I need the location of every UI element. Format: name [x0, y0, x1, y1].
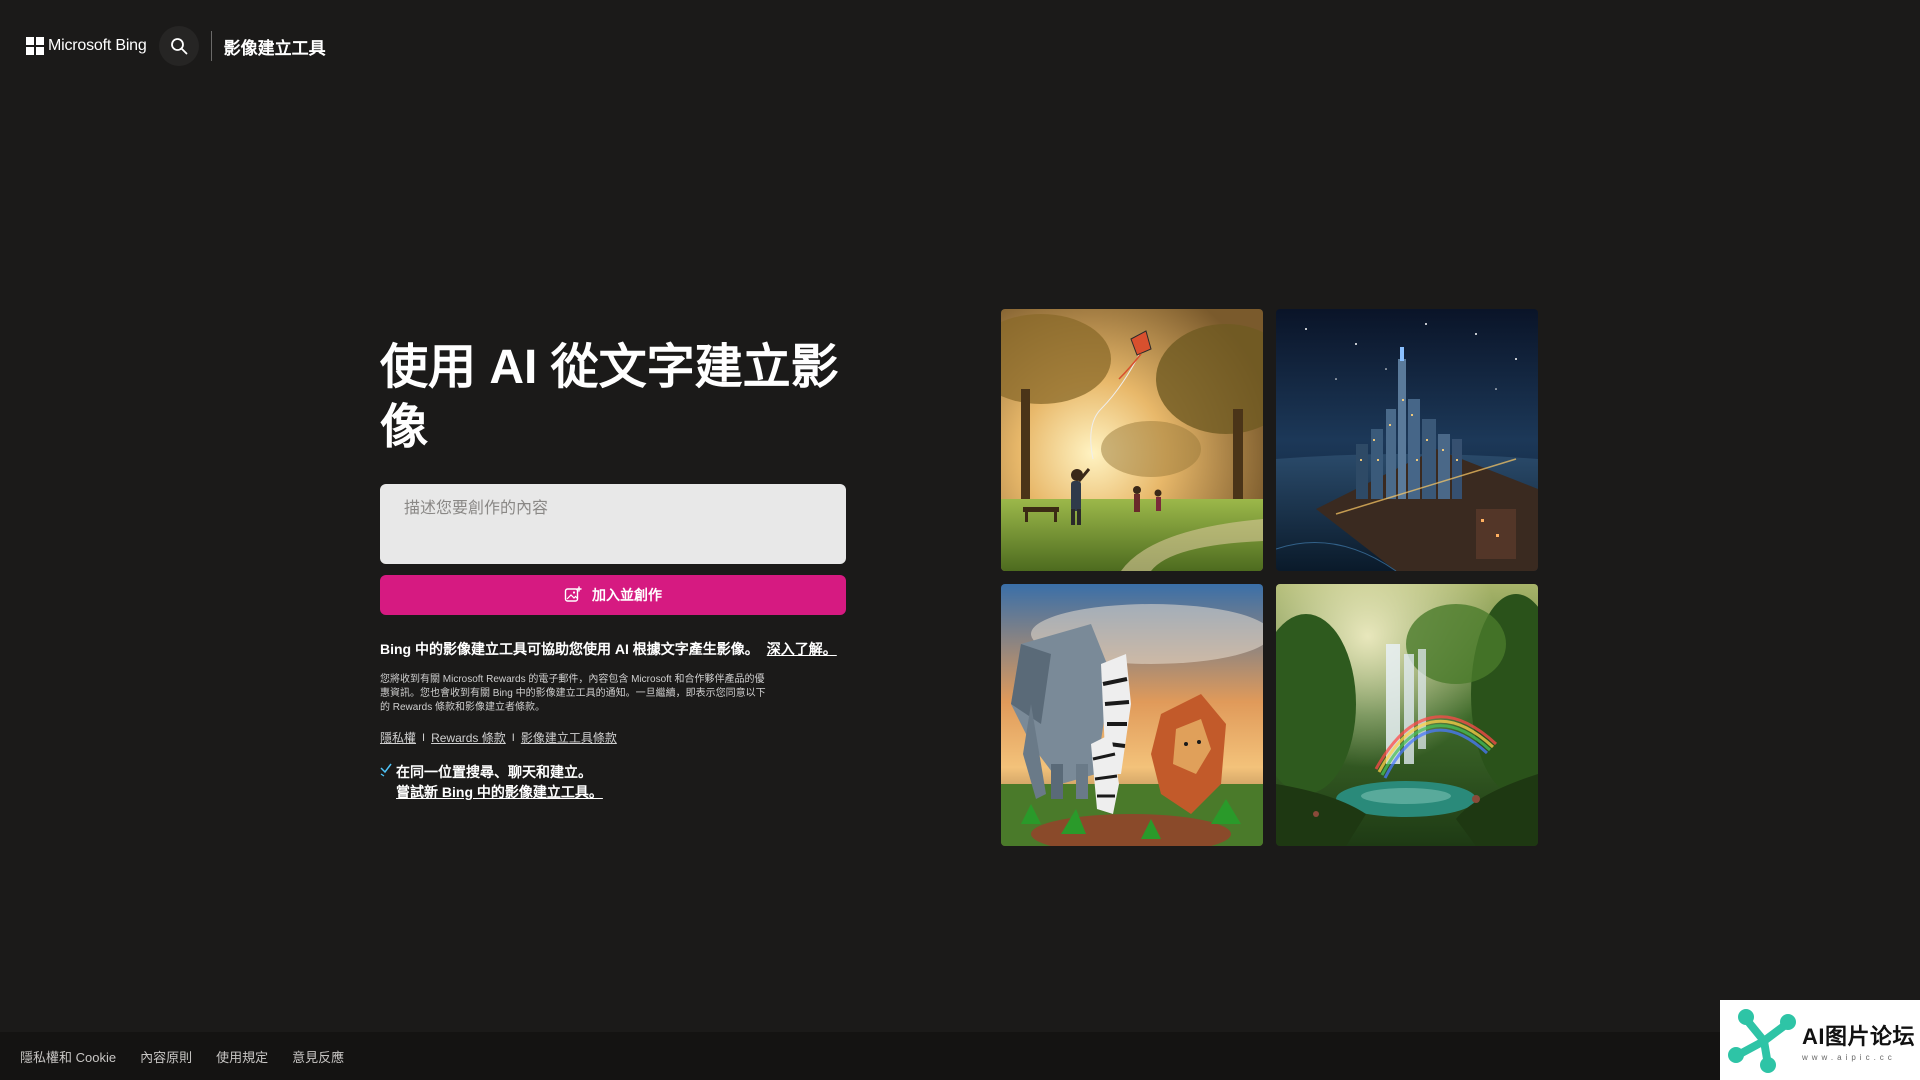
origami-animals-image [1001, 584, 1263, 846]
footer-content-policy-link[interactable]: 內容原則 [140, 1047, 192, 1066]
waterfall-rainbow-image [1276, 584, 1538, 846]
prompt-input-container [380, 484, 846, 564]
night-city-image [1276, 309, 1538, 571]
site-watermark: AI图片论坛 www.aipic.cc [1720, 1000, 1920, 1080]
gallery-image-night-city[interactable] [1276, 309, 1538, 571]
watermark-subtitle: www.aipic.cc [1802, 1052, 1896, 1062]
example-gallery [1001, 309, 1538, 846]
gallery-image-waterfall-rainbow[interactable] [1276, 584, 1538, 846]
terms-separator: I [422, 731, 426, 744]
page: Microsoft Bing 影像建立工具 使用 AI 從文字建立影像 加入並創… [0, 0, 1920, 1080]
create-panel: 使用 AI 從文字建立影像 加入並創作 Bing 中的影像建立工具可協助您使用 … [380, 338, 846, 802]
molecule-logo-icon [1728, 1009, 1796, 1073]
sparkle-icon [380, 763, 392, 777]
header: Microsoft Bing 影像建立工具 [0, 0, 1920, 92]
description: Bing 中的影像建立工具可協助您使用 AI 根據文字產生影像。 深入了解。 [380, 639, 846, 659]
header-divider [210, 31, 212, 61]
join-and-create-label: 加入並創作 [592, 587, 662, 603]
brand-name: Microsoft Bing [48, 37, 147, 54]
rewards-terms-link[interactable]: Rewards 條款 [431, 729, 506, 746]
creator-terms-link[interactable]: 影像建立工具條款 [521, 729, 617, 746]
watermark-title: AI图片论坛 [1802, 1023, 1916, 1049]
page-title: 使用 AI 從文字建立影像 [380, 341, 839, 454]
new-bing-promo: 在同一位置搜尋、聊天和建立。 嘗試新 Bing 中的影像建立工具。 [380, 762, 846, 802]
footer-privacy-cookies-link[interactable]: 隱私權和 Cookie [20, 1047, 116, 1066]
search-button[interactable] [158, 26, 199, 66]
rewards-fine-print: 您將收到有關 Microsoft Rewards 的電子郵件，內容包含 Micr… [380, 674, 766, 713]
try-new-bing-link[interactable]: 嘗試新 Bing 中的影像建立工具。 [396, 782, 603, 802]
footer-terms-of-use-link[interactable]: 使用規定 [216, 1047, 268, 1066]
gallery-image-origami-animals[interactable] [1001, 584, 1263, 846]
learn-more-link[interactable]: 深入了解。 [767, 641, 837, 657]
watermark-text: AI图片论坛 www.aipic.cc [1802, 1019, 1915, 1062]
terms-links: 隱私權 I Rewards 條款 I 影像建立工具條款 [380, 729, 846, 746]
prompt-input[interactable] [404, 494, 822, 554]
promo-line: 在同一位置搜尋、聊天和建立。 [396, 764, 592, 780]
gallery-image-park-kite[interactable] [1001, 309, 1263, 571]
product-title[interactable]: 影像建立工具 [224, 34, 326, 59]
privacy-link[interactable]: 隱私權 [380, 729, 416, 746]
image-create-icon [564, 586, 582, 602]
microsoft-bing-logo[interactable]: Microsoft Bing [26, 37, 147, 55]
search-icon [170, 38, 187, 55]
footer: 隱私權和 Cookie 內容原則 使用規定 意見反應 [0, 1032, 1920, 1080]
footer-feedback-link[interactable]: 意見反應 [292, 1047, 344, 1066]
join-and-create-button[interactable]: 加入並創作 [380, 575, 846, 615]
description-text: Bing 中的影像建立工具可協助您使用 AI 根據文字產生影像。 [380, 641, 759, 657]
promo-text: 在同一位置搜尋、聊天和建立。 嘗試新 Bing 中的影像建立工具。 [396, 762, 603, 802]
park-kite-image [1001, 309, 1263, 571]
windows-logo-icon [26, 37, 44, 55]
terms-separator: I [511, 731, 515, 744]
